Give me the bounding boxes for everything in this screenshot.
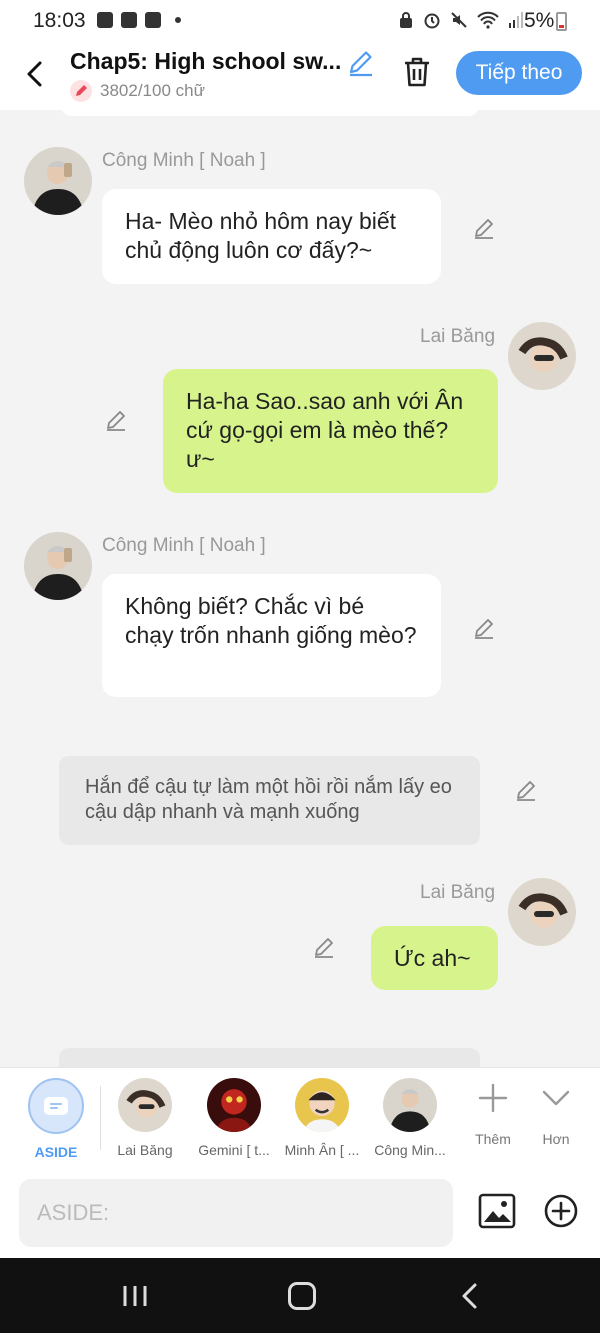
word-count-row: 3802/100 chữ [70,80,205,102]
next-narration-edge [59,1048,480,1067]
character-lai-bang[interactable]: Lai Băng [105,1078,185,1158]
character-label: ASIDE [34,1144,78,1160]
message-bubble[interactable]: Ha- Mèo nhỏ hôm nay biết chủ động luôn c… [102,189,441,284]
sender-name: Công Minh [ Noah ] [102,150,266,171]
avatar-cong-minh[interactable] [24,532,92,600]
word-count: 3802/100 chữ [100,81,205,100]
alert-notification-icon [121,12,137,28]
chat-area[interactable]: Công Minh [ Noah ] Ha- Mèo nhỏ hôm nay b… [0,110,600,1067]
composer [0,1170,600,1258]
back-arrow-icon[interactable] [24,60,46,88]
system-icons [398,11,524,29]
nav-back-icon[interactable] [460,1282,480,1310]
notification-icons [97,12,181,28]
message-bubble[interactable]: Không biết? Chắc vì bé chạy trốn nhanh g… [102,574,441,697]
edit-message-icon[interactable] [104,408,128,432]
previous-bubble-edge [60,110,480,116]
expand-label: Hơn [542,1131,570,1147]
battery-icon [556,12,567,31]
character-minh-an[interactable]: Minh Ân [ ... [282,1078,362,1158]
shop-notification-icon [145,12,161,28]
pencil-icon [70,80,92,102]
message-input[interactable] [19,1179,453,1247]
chapter-title[interactable]: Chap5: High school sw... [70,48,341,75]
divider [100,1086,101,1150]
aside-icon [28,1078,84,1134]
edit-message-icon[interactable] [472,216,496,240]
gallery-notification-icon [97,12,113,28]
edit-title-icon[interactable] [346,47,376,77]
next-button[interactable]: Tiếp theo [456,51,582,95]
avatar [383,1078,437,1132]
chevron-down-icon [542,1090,570,1106]
edit-narration-icon[interactable] [514,778,538,802]
character-label: Công Min... [374,1142,446,1158]
avatar-lai-bang[interactable] [508,878,576,946]
character-gemini[interactable]: Gemini [ t... [194,1078,274,1158]
avatar-cong-minh[interactable] [24,147,92,215]
character-selector: ASIDE Lai Băng Gemini [ t... Minh Ân [ .… [0,1067,600,1170]
message-bubble[interactable]: Ha-ha Sao..sao anh với Ân cứ gọ-gọi em l… [163,369,498,493]
signal-icon [509,12,523,28]
lock-icon [400,12,412,28]
status-bar: 18:03 5% [0,0,600,42]
sender-name: Công Minh [ Noah ] [102,535,266,556]
avatar [118,1078,172,1132]
add-character-button[interactable]: Thêm [463,1082,523,1147]
expand-button[interactable]: Hơn [526,1082,586,1147]
app-header: Chap5: High school sw... 3802/100 chữ Ti… [0,42,600,110]
character-label: Gemini [ t... [198,1142,270,1158]
home-icon[interactable] [288,1282,316,1310]
character-aside[interactable]: ASIDE [16,1078,96,1160]
battery-percent: 5% [524,9,555,32]
add-circle-icon[interactable] [543,1193,579,1229]
edit-message-icon[interactable] [312,935,336,959]
message-bubble[interactable]: Ức ah~ [371,926,498,990]
more-label: Thêm [475,1131,511,1147]
avatar [295,1078,349,1132]
image-icon[interactable] [478,1192,516,1230]
narration-block[interactable]: Hắn để cậu tự làm một hồi rồi nắm lấy eo… [59,756,480,845]
wifi-icon [477,11,499,29]
avatar-lai-bang[interactable] [508,322,576,390]
mute-icon [451,12,467,28]
recent-apps-icon[interactable] [122,1284,148,1308]
trash-icon[interactable] [402,56,432,88]
sender-name: Lai Băng [420,326,496,347]
edit-message-icon[interactable] [472,616,496,640]
system-nav-bar [0,1258,600,1333]
character-label: Lai Băng [117,1142,173,1158]
plus-icon [478,1083,508,1113]
sender-name: Lai Băng [420,882,496,903]
more-notifications-dot-icon [175,17,181,23]
avatar [207,1078,261,1132]
character-label: Minh Ân [ ... [284,1142,360,1158]
alarm-icon [424,13,440,29]
status-time: 18:03 [33,9,86,32]
character-cong-minh[interactable]: Công Min... [370,1078,450,1158]
